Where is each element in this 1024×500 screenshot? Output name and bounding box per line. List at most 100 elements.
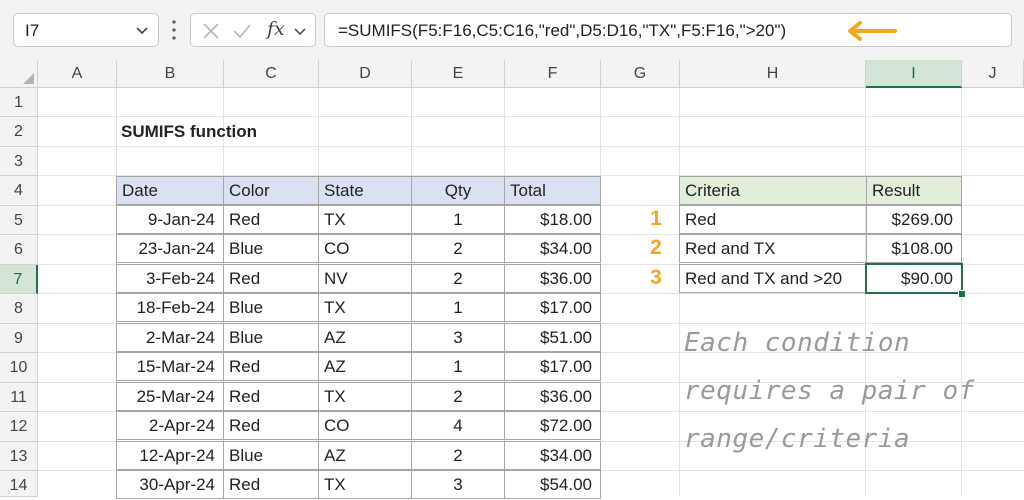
table-cell-state[interactable]: AZ [318, 352, 412, 381]
table-cell-total[interactable]: $18.00 [504, 205, 601, 234]
table-cell-total[interactable]: $51.00 [504, 323, 601, 352]
table-cell-date[interactable]: 12-Apr-24 [116, 441, 224, 470]
row-header-14[interactable]: 14 [0, 471, 38, 497]
table-cell-qty[interactable]: 1 [411, 205, 505, 234]
table-cell-state[interactable]: NV [318, 264, 412, 293]
table-cell-color[interactable]: Red [223, 352, 319, 381]
table-cell-total[interactable]: $34.00 [504, 234, 601, 263]
table-cell-date[interactable]: 9-Jan-24 [116, 205, 224, 234]
row-header-2[interactable]: 2 [0, 117, 38, 147]
table-cell-date[interactable]: 23-Jan-24 [116, 234, 224, 263]
table-cell-qty[interactable]: 2 [411, 441, 505, 470]
table-cell-date[interactable]: 18-Feb-24 [116, 293, 224, 322]
table-cell-state[interactable]: AZ [318, 323, 412, 352]
table-cell-state[interactable]: TX [318, 293, 412, 322]
table-header-qty[interactable]: Qty [411, 176, 505, 205]
table-cell-total[interactable]: $54.00 [504, 470, 601, 499]
row-header-4[interactable]: 4 [0, 176, 38, 206]
table-cell-date[interactable]: 3-Feb-24 [116, 264, 224, 293]
table-cell-state[interactable]: TX [318, 470, 412, 499]
column-header-a[interactable]: A [38, 60, 117, 88]
fill-handle[interactable] [958, 290, 966, 298]
row-header-8[interactable]: 8 [0, 294, 38, 324]
column-header-e[interactable]: E [412, 60, 505, 88]
column-header-g[interactable]: G [601, 60, 680, 88]
note-line: requires a pair of [684, 376, 975, 406]
column-header-c[interactable]: C [224, 60, 319, 88]
table-cell-state[interactable]: TX [318, 382, 412, 411]
table-cell-state[interactable]: CO [318, 411, 412, 440]
row-header-10[interactable]: 10 [0, 353, 38, 383]
chevron-down-icon[interactable] [134, 22, 150, 38]
criteria-cell[interactable]: Red and TX and >20 [679, 264, 867, 293]
table-cell-color[interactable]: Blue [223, 441, 319, 470]
confirm-check-icon[interactable] [232, 22, 252, 40]
sheet-title[interactable]: SUMIFS function [121, 117, 257, 146]
select-all-icon[interactable] [0, 60, 38, 88]
row-header-12[interactable]: 12 [0, 412, 38, 442]
table-cell-qty[interactable]: 3 [411, 323, 505, 352]
table-cell-qty[interactable]: 1 [411, 352, 505, 381]
table-cell-total[interactable]: $36.00 [504, 382, 601, 411]
name-box[interactable]: I7 [13, 13, 159, 47]
row-header-1[interactable]: 1 [0, 88, 38, 117]
table-cell-color[interactable]: Red [223, 411, 319, 440]
table-header-total[interactable]: Total [504, 176, 601, 205]
fx-icon[interactable]: fx [267, 18, 285, 40]
column-header-i[interactable]: I [866, 60, 962, 88]
table-cell-qty[interactable]: 3 [411, 470, 505, 499]
table-cell-color[interactable]: Red [223, 205, 319, 234]
formula-buttons: fx [190, 13, 316, 47]
result-cell[interactable]: $108.00 [866, 234, 962, 263]
table-cell-date[interactable]: 25-Mar-24 [116, 382, 224, 411]
row-header-13[interactable]: 13 [0, 442, 38, 471]
table-cell-qty[interactable]: 2 [411, 382, 505, 411]
column-header-d[interactable]: D [319, 60, 412, 88]
table-cell-date[interactable]: 2-Apr-24 [116, 411, 224, 440]
table-cell-total[interactable]: $34.00 [504, 441, 601, 470]
table-cell-qty[interactable]: 2 [411, 264, 505, 293]
criteria-cell[interactable]: Red [679, 205, 867, 234]
table-cell-qty[interactable]: 2 [411, 234, 505, 263]
row-header-6[interactable]: 6 [0, 235, 38, 265]
result-header[interactable]: Result [866, 176, 962, 205]
table-cell-state[interactable]: CO [318, 234, 412, 263]
result-cell[interactable]: $269.00 [866, 205, 962, 234]
table-cell-date[interactable]: 30-Apr-24 [116, 470, 224, 499]
table-header-color[interactable]: Color [223, 176, 319, 205]
more-options-icon[interactable] [171, 17, 177, 43]
spreadsheet-grid[interactable]: A B C D E F G H I J 1 2 3 4 5 6 7 8 9 10… [0, 60, 1024, 499]
table-cell-date[interactable]: 2-Mar-24 [116, 323, 224, 352]
chevron-down-icon[interactable] [293, 24, 307, 38]
column-header-b[interactable]: B [117, 60, 224, 88]
table-cell-total[interactable]: $17.00 [504, 352, 601, 381]
column-header-h[interactable]: H [680, 60, 866, 88]
cancel-x-icon[interactable] [202, 22, 220, 40]
table-cell-total[interactable]: $72.00 [504, 411, 601, 440]
table-cell-state[interactable]: TX [318, 205, 412, 234]
table-cell-date[interactable]: 15-Mar-24 [116, 352, 224, 381]
table-cell-color[interactable]: Blue [223, 234, 319, 263]
table-cell-color[interactable]: Red [223, 264, 319, 293]
table-header-state[interactable]: State [318, 176, 412, 205]
table-cell-qty[interactable]: 1 [411, 293, 505, 322]
criteria-cell[interactable]: Red and TX [679, 234, 867, 263]
row-header-9[interactable]: 9 [0, 324, 38, 353]
table-cell-color[interactable]: Blue [223, 323, 319, 352]
row-header-11[interactable]: 11 [0, 383, 38, 412]
table-cell-color[interactable]: Red [223, 382, 319, 411]
column-header-f[interactable]: F [505, 60, 601, 88]
criteria-header[interactable]: Criteria [679, 176, 867, 205]
table-cell-total[interactable]: $36.00 [504, 264, 601, 293]
formula-input[interactable]: =SUMIFS(F5:F16,C5:C16,"red",D5:D16,"TX",… [324, 13, 1012, 47]
table-cell-color[interactable]: Red [223, 470, 319, 499]
table-cell-state[interactable]: AZ [318, 441, 412, 470]
row-header-5[interactable]: 5 [0, 206, 38, 235]
table-header-date[interactable]: Date [116, 176, 224, 205]
row-header-7[interactable]: 7 [0, 265, 38, 294]
table-cell-total[interactable]: $17.00 [504, 293, 601, 322]
column-header-j[interactable]: J [962, 60, 1024, 88]
table-cell-qty[interactable]: 4 [411, 411, 505, 440]
table-cell-color[interactable]: Blue [223, 293, 319, 322]
row-header-3[interactable]: 3 [0, 147, 38, 176]
